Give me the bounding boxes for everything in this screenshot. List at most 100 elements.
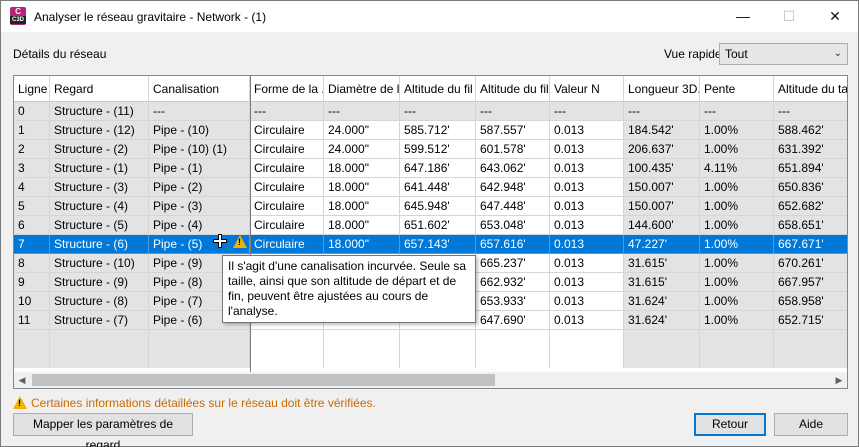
table-cell[interactable]: Structure - (2) bbox=[50, 140, 149, 159]
table-cell[interactable]: 7 bbox=[14, 235, 50, 254]
table-cell[interactable]: 0.013 bbox=[550, 197, 624, 216]
table-row[interactable]: 7 Structure - (6) Pipe - (5) Circulaire 18.0… bbox=[14, 235, 847, 254]
table-cell[interactable]: 0.013 bbox=[550, 292, 624, 311]
table-cell[interactable]: 1.00% bbox=[700, 121, 774, 140]
table-cell[interactable]: --- bbox=[400, 102, 476, 121]
table-cell[interactable]: Circulaire bbox=[250, 121, 324, 140]
table-cell[interactable]: --- bbox=[624, 102, 700, 121]
table-cell[interactable]: 667.671' bbox=[774, 235, 847, 254]
table-cell[interactable]: 11 bbox=[14, 311, 50, 330]
table-cell[interactable]: 31.624' bbox=[624, 311, 700, 330]
column-header[interactable]: Canalisation bbox=[149, 76, 250, 102]
table-cell[interactable]: 0.013 bbox=[550, 254, 624, 273]
close-button[interactable]: ✕ bbox=[812, 1, 858, 32]
table-cell[interactable]: --- bbox=[550, 102, 624, 121]
table-cell[interactable]: 18.000" bbox=[324, 216, 400, 235]
table-cell[interactable]: 3 bbox=[14, 159, 50, 178]
column-header[interactable]: Altitude du ta... bbox=[774, 76, 847, 102]
table-cell[interactable]: 1.00% bbox=[700, 273, 774, 292]
table-cell[interactable]: 653.048' bbox=[476, 216, 550, 235]
column-header[interactable]: Altitude du fil ... bbox=[400, 76, 476, 102]
table-row[interactable]: 6 Structure - (5) Pipe - (4) Circulaire 18.0… bbox=[14, 216, 847, 235]
table-cell[interactable]: 657.143' bbox=[400, 235, 476, 254]
table-cell[interactable]: Circulaire bbox=[250, 216, 324, 235]
table-cell[interactable]: 658.651' bbox=[774, 216, 847, 235]
table-cell[interactable]: 18.000" bbox=[324, 159, 400, 178]
table-cell[interactable]: Circulaire bbox=[250, 178, 324, 197]
table-cell[interactable]: 8 bbox=[14, 254, 50, 273]
table-cell[interactable]: --- bbox=[774, 102, 847, 121]
table-cell[interactable]: 647.448' bbox=[476, 197, 550, 216]
table-cell[interactable]: 0.013 bbox=[550, 121, 624, 140]
table-cell[interactable]: 652.682' bbox=[774, 197, 847, 216]
table-cell[interactable]: 1.00% bbox=[700, 254, 774, 273]
table-cell[interactable]: 6 bbox=[14, 216, 50, 235]
table-row[interactable]: 0 Structure - (11) --- --- --- --- --- --- --- --… bbox=[14, 102, 847, 121]
table-cell[interactable]: Pipe - (10) bbox=[149, 121, 250, 140]
table-cell[interactable]: 651.894' bbox=[774, 159, 847, 178]
table-cell[interactable]: 206.637' bbox=[624, 140, 700, 159]
table-cell[interactable]: Structure - (7) bbox=[50, 311, 149, 330]
table-cell[interactable]: 10 bbox=[14, 292, 50, 311]
column-header[interactable]: Diamètre de l... bbox=[324, 76, 400, 102]
table-cell[interactable]: 0.013 bbox=[550, 178, 624, 197]
table-cell[interactable]: 641.448' bbox=[400, 178, 476, 197]
back-button[interactable]: Retour bbox=[694, 413, 766, 436]
table-cell[interactable]: 653.933' bbox=[476, 292, 550, 311]
minimize-button[interactable]: — bbox=[720, 1, 766, 32]
table-cell[interactable]: 1.00% bbox=[700, 197, 774, 216]
table-cell[interactable]: 587.557' bbox=[476, 121, 550, 140]
table-cell[interactable]: Pipe - (1) bbox=[149, 159, 250, 178]
table-row[interactable]: 4 Structure - (3) Pipe - (2) Circulaire 18.0… bbox=[14, 178, 847, 197]
table-cell[interactable]: Structure - (6) bbox=[50, 235, 149, 254]
scrollbar-thumb[interactable] bbox=[32, 374, 495, 386]
table-cell[interactable]: Pipe - (3) bbox=[149, 197, 250, 216]
table-cell[interactable]: Structure - (8) bbox=[50, 292, 149, 311]
network-details-grid[interactable]: Ligne Regard Canalisation Forme de la ... Di… bbox=[13, 75, 848, 389]
horizontal-scrollbar[interactable]: ◀ ▶ bbox=[14, 372, 847, 388]
map-structure-parameters-button[interactable]: Mapper les paramètres de regard bbox=[13, 413, 193, 447]
table-cell[interactable]: 0.013 bbox=[550, 311, 624, 330]
table-cell[interactable]: Circulaire bbox=[250, 140, 324, 159]
column-header[interactable]: Longueur 3D... bbox=[624, 76, 700, 102]
table-row[interactable]: 1 Structure - (12) Pipe - (10) Circulaire 24… bbox=[14, 121, 847, 140]
table-cell[interactable]: 18.000" bbox=[324, 235, 400, 254]
table-cell[interactable]: 0.013 bbox=[550, 140, 624, 159]
warning-triangle-icon[interactable] bbox=[233, 235, 247, 248]
table-cell[interactable]: Circulaire bbox=[250, 235, 324, 254]
table-cell[interactable]: Structure - (5) bbox=[50, 216, 149, 235]
column-header[interactable]: Regard bbox=[50, 76, 149, 102]
table-cell[interactable]: Pipe - (10) (1) bbox=[149, 140, 250, 159]
table-cell[interactable]: 645.948' bbox=[400, 197, 476, 216]
maximize-button[interactable]: ☐ bbox=[766, 1, 812, 32]
table-cell[interactable]: --- bbox=[700, 102, 774, 121]
table-cell[interactable]: 31.615' bbox=[624, 273, 700, 292]
table-cell[interactable]: Structure - (10) bbox=[50, 254, 149, 273]
table-cell[interactable]: 18.000" bbox=[324, 178, 400, 197]
table-cell[interactable]: 5 bbox=[14, 197, 50, 216]
quick-view-select[interactable]: Tout ⌄ bbox=[719, 43, 848, 65]
table-cell[interactable]: 652.715' bbox=[774, 311, 847, 330]
table-cell[interactable]: 1.00% bbox=[700, 216, 774, 235]
table-cell[interactable]: 1.00% bbox=[700, 311, 774, 330]
table-cell[interactable]: --- bbox=[476, 102, 550, 121]
table-cell[interactable]: 643.062' bbox=[476, 159, 550, 178]
column-header[interactable]: Altitude du fil ... bbox=[476, 76, 550, 102]
table-cell[interactable]: Structure - (1) bbox=[50, 159, 149, 178]
table-cell[interactable]: 9 bbox=[14, 273, 50, 292]
column-header[interactable]: Pente bbox=[700, 76, 774, 102]
table-cell[interactable]: 647.186' bbox=[400, 159, 476, 178]
table-cell[interactable]: 601.578' bbox=[476, 140, 550, 159]
table-cell[interactable]: 599.512' bbox=[400, 140, 476, 159]
table-cell[interactable]: 47.227' bbox=[624, 235, 700, 254]
table-cell[interactable]: 665.237' bbox=[476, 254, 550, 273]
table-row[interactable]: 3 Structure - (1) Pipe - (1) Circulaire 18.0… bbox=[14, 159, 847, 178]
table-cell[interactable]: 631.392' bbox=[774, 140, 847, 159]
table-cell[interactable]: 0.013 bbox=[550, 235, 624, 254]
table-row[interactable]: 2 Structure - (2) Pipe - (10) (1) Circulair… bbox=[14, 140, 847, 159]
table-cell[interactable]: 4 bbox=[14, 178, 50, 197]
table-cell[interactable]: 650.836' bbox=[774, 178, 847, 197]
scroll-right-icon[interactable]: ▶ bbox=[831, 372, 847, 388]
table-cell[interactable]: 585.712' bbox=[400, 121, 476, 140]
table-cell[interactable]: 2 bbox=[14, 140, 50, 159]
